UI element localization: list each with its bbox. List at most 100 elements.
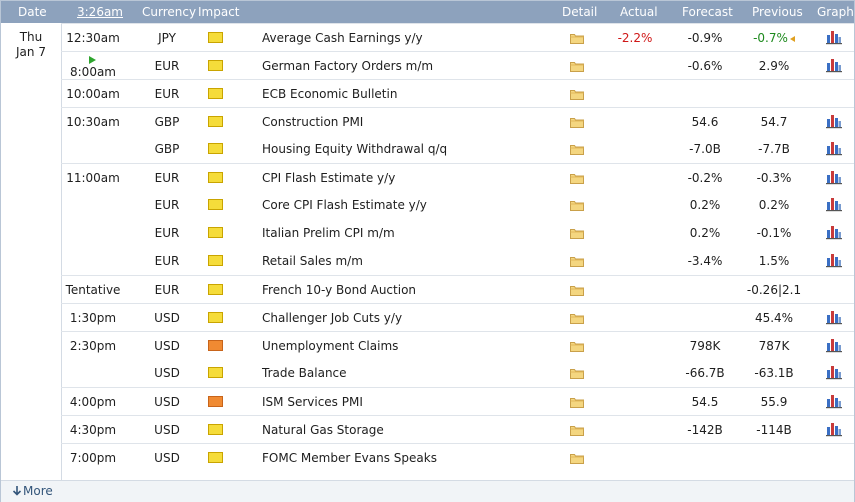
event-currency: USD	[154, 395, 180, 409]
bar-chart-icon[interactable]	[826, 196, 842, 212]
more-bar[interactable]: More	[1, 480, 854, 502]
table-row[interactable]: 11:00am EUR CPI Flash Estimate y/y -0.2% -0.…	[61, 163, 854, 192]
bar-chart-icon[interactable]	[826, 309, 842, 325]
event-time	[61, 247, 125, 275]
date-cell: Thu Jan 7	[1, 23, 62, 480]
bar-chart-icon[interactable]	[826, 169, 842, 185]
table-row[interactable]: EUR Core CPI Flash Estimate y/y 0.2% 0.2%	[61, 191, 854, 219]
impact-folder-icon[interactable]	[208, 199, 223, 210]
event-title[interactable]: Construction PMI	[262, 108, 363, 136]
detail-folder-icon[interactable]	[570, 200, 584, 211]
table-row[interactable]: GBP Housing Equity Withdrawal q/q -7.0B -7.…	[61, 135, 854, 163]
detail-folder-icon[interactable]	[570, 453, 584, 464]
detail-folder-icon[interactable]	[570, 61, 584, 72]
impact-folder-icon[interactable]	[208, 424, 223, 435]
event-previous-value: 2.9%	[758, 59, 790, 73]
event-previous-value: -63.1B	[754, 366, 794, 380]
table-row[interactable]: EUR Retail Sales m/m -3.4% 1.5%	[61, 247, 854, 275]
table-row[interactable]: 4:30pm USD Natural Gas Storage -142B -114B	[61, 415, 854, 444]
detail-folder-icon[interactable]	[570, 425, 584, 436]
event-forecast	[665, 304, 745, 332]
header-time-link[interactable]: 3:26am	[77, 1, 123, 23]
table-row[interactable]: Tentative EUR French 10-y Bond Auction -0.2…	[61, 275, 854, 304]
table-row[interactable]: EUR Italian Prelim CPI m/m 0.2% -0.1%	[61, 219, 854, 247]
bar-chart-icon[interactable]	[826, 337, 842, 353]
impact-folder-icon[interactable]	[208, 227, 223, 238]
impact-folder-icon[interactable]	[208, 396, 223, 407]
event-title[interactable]: Trade Balance	[262, 359, 347, 387]
impact-folder-icon[interactable]	[208, 143, 223, 154]
more-link[interactable]: More	[23, 481, 53, 502]
detail-folder-icon[interactable]	[570, 173, 584, 184]
table-header: Date 3:26am Currency Impact Detail Actua…	[1, 1, 854, 23]
table-row[interactable]: 10:30am GBP Construction PMI 54.6 54.7	[61, 107, 854, 136]
event-title[interactable]: ISM Services PMI	[262, 388, 363, 416]
bar-chart-icon[interactable]	[826, 140, 842, 156]
detail-folder-icon[interactable]	[570, 144, 584, 155]
detail-folder-icon[interactable]	[570, 285, 584, 296]
impact-folder-icon[interactable]	[208, 452, 223, 463]
event-actual: -2.2%	[617, 31, 653, 45]
impact-folder-icon[interactable]	[208, 255, 223, 266]
event-title[interactable]: German Factory Orders m/m	[262, 52, 433, 80]
impact-folder-icon[interactable]	[208, 284, 223, 295]
detail-folder-icon[interactable]	[570, 397, 584, 408]
bar-chart-icon[interactable]	[826, 252, 842, 268]
event-previous: -63.1B	[734, 359, 814, 387]
detail-folder-icon[interactable]	[570, 313, 584, 324]
event-previous-value: -114B	[756, 423, 792, 437]
event-title[interactable]: Natural Gas Storage	[262, 416, 384, 444]
event-currency: USD	[154, 423, 180, 437]
bar-chart-icon[interactable]	[826, 364, 842, 380]
impact-folder-icon[interactable]	[208, 60, 223, 71]
bar-chart-icon[interactable]	[826, 57, 842, 73]
detail-folder-icon[interactable]	[570, 341, 584, 352]
detail-folder-icon[interactable]	[570, 89, 584, 100]
bar-chart-icon[interactable]	[826, 29, 842, 45]
impact-folder-icon[interactable]	[208, 32, 223, 43]
detail-folder-icon[interactable]	[570, 256, 584, 267]
bar-chart-icon[interactable]	[826, 113, 842, 129]
detail-folder-icon[interactable]	[570, 368, 584, 379]
event-title[interactable]: FOMC Member Evans Speaks	[262, 444, 437, 472]
table-row[interactable]: 7:00pm USD FOMC Member Evans Speaks	[61, 443, 854, 472]
detail-folder-icon[interactable]	[570, 117, 584, 128]
event-title[interactable]: ECB Economic Bulletin	[262, 80, 397, 108]
table-row[interactable]: 4:00pm USD ISM Services PMI 54.5 55.9	[61, 387, 854, 416]
event-title[interactable]: Unemployment Claims	[262, 332, 398, 360]
event-forecast: 0.2%	[689, 198, 721, 212]
event-previous-value: -0.1%	[756, 226, 792, 240]
event-title[interactable]: CPI Flash Estimate y/y	[262, 164, 395, 192]
bar-chart-icon[interactable]	[826, 421, 842, 437]
table-row[interactable]: 10:00am EUR ECB Economic Bulletin	[61, 79, 854, 108]
table-row[interactable]: 8:00am EUR German Factory Orders m/m -0.6% 2…	[61, 51, 854, 80]
detail-folder-icon[interactable]	[570, 228, 584, 239]
table-row[interactable]: 1:30pm USD Challenger Job Cuts y/y 45.4%	[61, 303, 854, 332]
table-row[interactable]: 12:30am JPY Average Cash Earnings y/y -2.2%…	[61, 23, 854, 52]
event-title[interactable]: Italian Prelim CPI m/m	[262, 219, 395, 247]
event-title[interactable]: Retail Sales m/m	[262, 247, 363, 275]
bar-chart-icon[interactable]	[826, 224, 842, 240]
table-row[interactable]: USD Trade Balance -66.7B -63.1B	[61, 359, 854, 387]
event-title[interactable]: Average Cash Earnings y/y	[262, 24, 423, 52]
event-forecast: -0.9%	[687, 31, 723, 45]
detail-folder-icon[interactable]	[570, 33, 584, 44]
event-title[interactable]: Housing Equity Withdrawal q/q	[262, 135, 447, 163]
event-currency: EUR	[154, 59, 180, 73]
impact-folder-icon[interactable]	[208, 116, 223, 127]
event-currency: GBP	[154, 115, 180, 129]
impact-folder-icon[interactable]	[208, 367, 223, 378]
table-row[interactable]: 2:30pm USD Unemployment Claims 798K 787K	[61, 331, 854, 360]
bar-chart-icon[interactable]	[826, 393, 842, 409]
upnext-play-icon	[89, 56, 96, 64]
impact-folder-icon[interactable]	[208, 88, 223, 99]
header-currency: Currency	[142, 5, 197, 19]
event-title[interactable]: Core CPI Flash Estimate y/y	[262, 191, 427, 219]
impact-folder-icon[interactable]	[208, 172, 223, 183]
event-title[interactable]: Challenger Job Cuts y/y	[262, 304, 402, 332]
impact-folder-icon[interactable]	[208, 340, 223, 351]
event-previous-value: 1.5%	[758, 254, 790, 268]
event-title[interactable]: French 10-y Bond Auction	[262, 276, 416, 304]
event-previous-value: -0.3%	[756, 171, 792, 185]
impact-folder-icon[interactable]	[208, 312, 223, 323]
